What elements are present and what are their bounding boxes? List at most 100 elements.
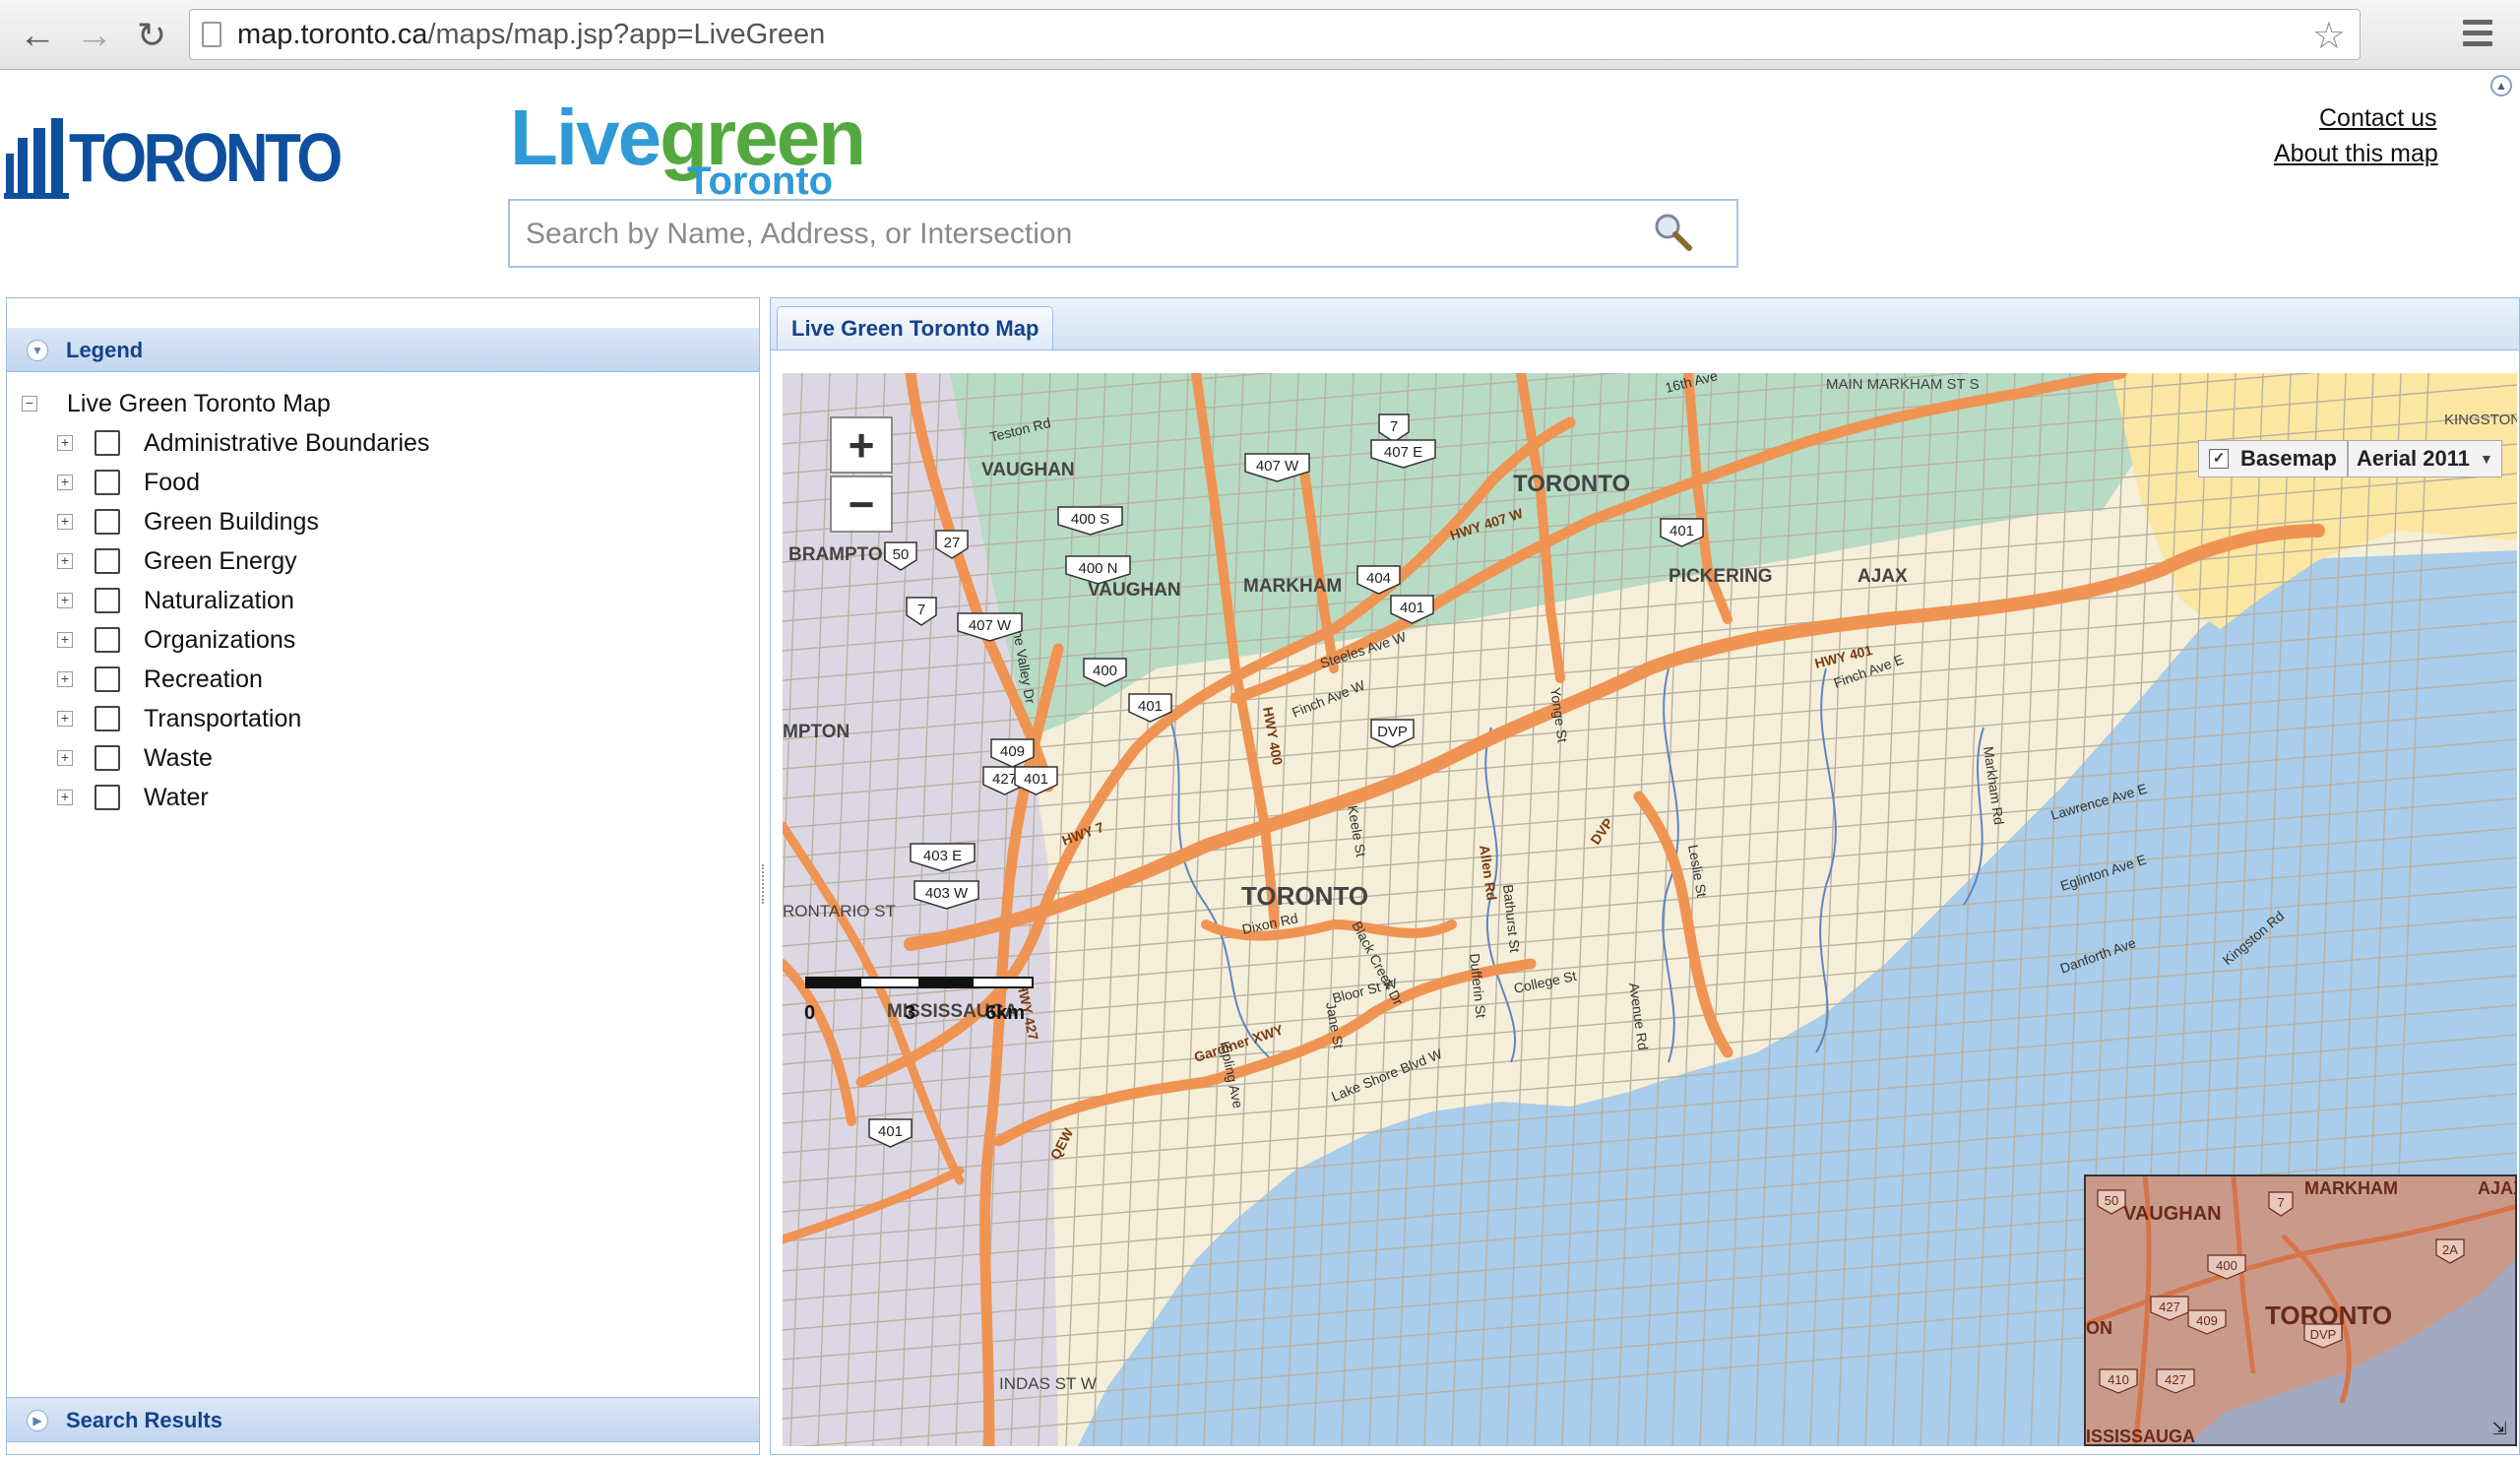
- basemap-checkbox[interactable]: ✓: [2209, 449, 2229, 469]
- layer-label: Green Buildings: [144, 507, 319, 536]
- forward-arrow-icon[interactable]: →: [73, 14, 116, 57]
- layer-checkbox[interactable]: [94, 509, 120, 535]
- legend-layer-row[interactable]: + Recreation: [57, 662, 263, 697]
- overview-label: ISSISSAUGA: [2086, 1427, 2195, 1446]
- search-icon[interactable]: [1652, 211, 1695, 254]
- aerial-year-select[interactable]: Aerial 2011 ▼: [2348, 440, 2502, 477]
- shield-label: 7: [1390, 418, 1398, 435]
- legend-layer-row[interactable]: + Naturalization: [57, 583, 294, 618]
- reload-icon[interactable]: ↻: [130, 14, 173, 57]
- shield-label: 401: [1400, 600, 1424, 616]
- resize-handle-icon[interactable]: ⇲: [2489, 1419, 2509, 1438]
- basemap-toggle[interactable]: ✓ Basemap: [2198, 440, 2348, 477]
- legend-title: Legend: [66, 338, 144, 362]
- overview-shield-label: 427: [2159, 1300, 2180, 1314]
- chevron-down-icon: ▼: [2479, 451, 2493, 467]
- shield-label: 403 W: [925, 885, 969, 902]
- legend-layer-row[interactable]: + Water: [57, 780, 209, 815]
- expand-tree-icon[interactable]: +: [57, 671, 73, 687]
- layer-label: Recreation: [144, 665, 263, 693]
- expand-tree-icon[interactable]: +: [57, 632, 73, 648]
- legend-layer-row[interactable]: + Green Buildings: [57, 504, 319, 539]
- layer-checkbox[interactable]: [94, 706, 120, 731]
- layer-checkbox[interactable]: [94, 745, 120, 771]
- overview-shield-label: 2A: [2442, 1242, 2458, 1257]
- collapse-tree-icon[interactable]: −: [22, 396, 37, 412]
- layer-label: Transportation: [144, 704, 302, 732]
- collapse-header-icon[interactable]: ▲: [2490, 75, 2512, 96]
- shield-label: 407 W: [969, 617, 1012, 634]
- url-path: /maps/map.jsp?app=LiveGreen: [427, 19, 826, 50]
- layer-checkbox[interactable]: [94, 430, 120, 456]
- legend-layer-row[interactable]: + Food: [57, 465, 200, 500]
- legend-collapse-icon[interactable]: ▼: [27, 340, 48, 361]
- search-results-expand-icon[interactable]: ▶: [27, 1410, 48, 1431]
- overview-label: VAUGHAN: [2123, 1203, 2222, 1225]
- layer-checkbox[interactable]: [94, 470, 120, 495]
- zoom-in-button[interactable]: +: [830, 416, 893, 474]
- hamburger-menu-icon[interactable]: [2463, 20, 2492, 49]
- layer-checkbox[interactable]: [94, 588, 120, 613]
- layer-label: Water: [144, 783, 209, 811]
- overview-map-svg: VAUGHAN MARKHAM AJAX TORONTO ON ISSISSAU…: [2086, 1176, 2517, 1446]
- legend-layer-row[interactable]: + Transportation: [57, 701, 301, 736]
- overview-label: AJAX: [2478, 1178, 2517, 1198]
- shield-label: 50: [893, 546, 910, 563]
- layer-label: Waste: [144, 743, 213, 772]
- legend-header[interactable]: ▼ Legend: [7, 328, 759, 372]
- back-arrow-icon[interactable]: ←: [16, 14, 59, 57]
- search-results-header[interactable]: ▶ Search Results: [7, 1397, 759, 1442]
- url-text[interactable]: map.toronto.ca/maps/map.jsp?app=LiveGree…: [237, 19, 825, 51]
- expand-tree-icon[interactable]: +: [57, 514, 73, 530]
- expand-tree-icon[interactable]: +: [57, 475, 73, 490]
- tab-live-green-map[interactable]: Live Green Toronto Map: [777, 306, 1054, 349]
- legend-layer-row[interactable]: + Administrative Boundaries: [57, 425, 429, 461]
- url-host: map.toronto.ca: [237, 19, 428, 50]
- map-canvas[interactable]: VAUGHAN VAUGHAN MARKHAM TORONTO TORONTO …: [783, 373, 2517, 1446]
- layer-checkbox[interactable]: [94, 666, 120, 692]
- shield-label: 404: [1366, 570, 1391, 587]
- zoom-out-button[interactable]: −: [830, 476, 893, 533]
- legend-layer-row[interactable]: + Organizations: [57, 622, 295, 658]
- star-icon[interactable]: ☆: [2312, 14, 2346, 58]
- layer-label: Naturalization: [144, 586, 294, 614]
- scale-label: 6km: [985, 1002, 1025, 1024]
- search-input[interactable]: [524, 211, 1640, 258]
- expand-tree-icon[interactable]: +: [57, 711, 73, 727]
- legend-layer-row[interactable]: + Green Energy: [57, 543, 297, 579]
- place-label: MPTON: [783, 722, 850, 742]
- overview-map[interactable]: VAUGHAN MARKHAM AJAX TORONTO ON ISSISSAU…: [2084, 1174, 2517, 1446]
- layer-checkbox[interactable]: [94, 548, 120, 574]
- shield-label: 407 W: [1256, 458, 1299, 475]
- basemap-label: Basemap: [2240, 446, 2337, 471]
- city-logo-text: TORONTO: [69, 119, 343, 196]
- expand-tree-icon[interactable]: +: [57, 553, 73, 569]
- overview-shield-label: 410: [2108, 1372, 2129, 1387]
- legend-root-row[interactable]: − Live Green Toronto Map: [22, 386, 331, 421]
- map-panel: Live Green Toronto Map VAUGHAN VAUGHAN M…: [770, 297, 2520, 1455]
- place-label: RONTARIO ST: [783, 902, 896, 920]
- overview-shield-label: 7: [2277, 1195, 2284, 1210]
- place-label: TORONTO: [1241, 881, 1368, 911]
- location-search-box[interactable]: [508, 199, 1738, 268]
- expand-tree-icon[interactable]: +: [57, 790, 73, 805]
- contact-us-link[interactable]: Contact us: [2319, 104, 2437, 133]
- expand-tree-icon[interactable]: +: [57, 750, 73, 766]
- legend-root-label: Live Green Toronto Map: [67, 389, 331, 417]
- expand-tree-icon[interactable]: +: [57, 593, 73, 608]
- place-label: VAUGHAN: [981, 460, 1075, 480]
- page-icon: [202, 22, 221, 47]
- panel-splitter[interactable]: [762, 864, 770, 904]
- place-label: MARKHAM: [1243, 576, 1342, 597]
- expand-tree-icon[interactable]: +: [57, 435, 73, 451]
- address-bar[interactable]: map.toronto.ca/maps/map.jsp?app=LiveGree…: [189, 9, 2361, 60]
- layer-checkbox[interactable]: [94, 627, 120, 653]
- place-label: INDAS ST W: [999, 1374, 1097, 1393]
- legend-layer-row[interactable]: + Waste: [57, 740, 213, 776]
- layer-checkbox[interactable]: [94, 785, 120, 810]
- overview-shield-label: 400: [2216, 1258, 2237, 1273]
- shield-label: 27: [944, 535, 961, 551]
- overview-shield-label: 50: [2105, 1193, 2118, 1208]
- shield-label: 427: [992, 771, 1017, 788]
- about-map-link[interactable]: About this map: [2274, 140, 2438, 168]
